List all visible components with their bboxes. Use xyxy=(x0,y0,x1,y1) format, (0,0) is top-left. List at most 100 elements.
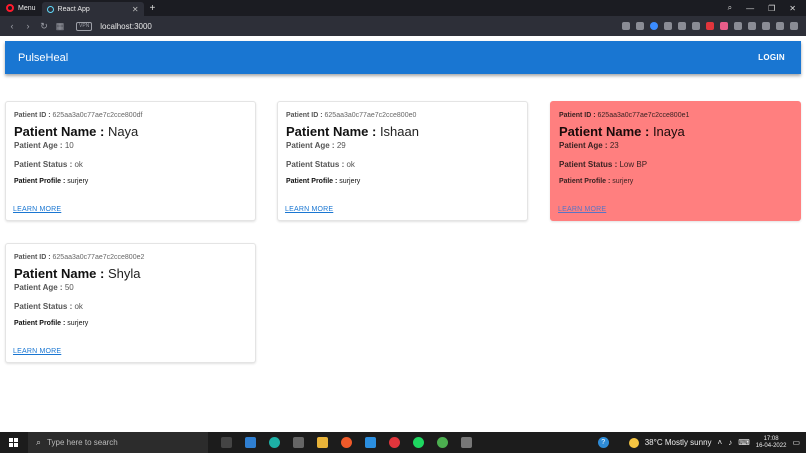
url-field[interactable]: localhost:3000 xyxy=(100,22,152,31)
patient-status-value: ok xyxy=(74,302,83,311)
app-icon[interactable] xyxy=(461,437,472,448)
patient-age-value: 50 xyxy=(64,283,74,292)
patient-age-row: Patient Age : 10 xyxy=(14,141,247,151)
patient-profile-label: Patient Profile : xyxy=(286,178,338,185)
patient-status-value: ok xyxy=(346,160,355,169)
patient-name-label: Patient Name : xyxy=(559,124,650,139)
postman-icon[interactable] xyxy=(341,437,352,448)
learn-more-link[interactable]: LEARN MORE xyxy=(558,206,606,213)
reload-icon[interactable]: ↻ xyxy=(36,21,52,32)
browser-address-bar: ‹ › ↻ ▦ VPN localhost:3000 xyxy=(0,16,806,36)
menu-label: Menu xyxy=(18,4,36,12)
extension-cube-icon[interactable] xyxy=(734,22,742,30)
play-icon[interactable] xyxy=(678,22,686,30)
patient-name-value: Inaya xyxy=(652,124,685,139)
download-icon[interactable] xyxy=(664,22,672,30)
weather-text[interactable]: 38°C Mostly sunny xyxy=(645,438,712,447)
learn-more-link[interactable]: LEARN MORE xyxy=(285,206,333,213)
extension-pink-icon[interactable] xyxy=(720,22,728,30)
easy-setup-icon[interactable] xyxy=(790,22,798,30)
patient-age-label: Patient Age : xyxy=(286,141,335,150)
window-controls: ⌕ — ❐ ✕ xyxy=(728,0,806,16)
vpn-badge[interactable]: VPN xyxy=(76,21,93,31)
patient-status-row: Patient Status : ok xyxy=(286,160,519,170)
patient-name-label: Patient Name : xyxy=(14,124,105,139)
tabs-grid-icon[interactable]: ▦ xyxy=(52,21,68,32)
back-icon[interactable]: ‹ xyxy=(4,21,20,31)
patient-name-value: Naya xyxy=(107,124,139,139)
learn-more-link[interactable]: LEARN MORE xyxy=(13,206,61,213)
clock-time: 17:08 xyxy=(763,435,779,442)
spotify-icon[interactable] xyxy=(413,437,424,448)
windows-start-icon[interactable] xyxy=(9,438,18,447)
forward-icon[interactable]: › xyxy=(20,21,36,31)
taskbar-apps xyxy=(221,437,472,448)
restore-icon[interactable]: ❐ xyxy=(768,4,775,13)
new-tab-button[interactable]: + xyxy=(150,3,156,14)
patient-card: Patient ID : 625aa3a0c77ae7c2cce800e2 Pa… xyxy=(5,243,256,363)
patient-age-row: Patient Age : 50 xyxy=(14,283,247,293)
patient-profile-row: Patient Profile : surjery xyxy=(14,178,247,187)
patient-profile-value: surjery xyxy=(67,320,89,327)
patient-status-label: Patient Status : xyxy=(559,160,618,169)
patient-id-value: 625aa3a0c77ae7c2cce800e2 xyxy=(52,254,145,261)
vscode-icon[interactable] xyxy=(365,437,376,448)
extension-red-icon[interactable] xyxy=(706,22,714,30)
patient-profile-row: Patient Profile : surjery xyxy=(559,178,792,187)
learn-more-link[interactable]: LEARN MORE xyxy=(13,348,61,355)
close-window-icon[interactable]: ✕ xyxy=(789,4,796,13)
help-icon[interactable]: ? xyxy=(597,437,609,448)
patient-name-value: Shyla xyxy=(107,266,141,281)
node-icon[interactable] xyxy=(437,437,448,448)
extensions-area xyxy=(622,16,798,36)
edit-icon[interactable] xyxy=(622,22,630,30)
patient-id-value: 625aa3a0c77ae7c2cce800df xyxy=(52,112,143,119)
extensions-icon[interactable] xyxy=(748,22,756,30)
patient-card-alert: Patient ID : 625aa3a0c77ae7c2cce800e1 Pa… xyxy=(550,101,801,221)
patient-id-value: 625aa3a0c77ae7c2cce800e1 xyxy=(597,112,690,119)
patient-id-row: Patient ID : 625aa3a0c77ae7c2cce800df xyxy=(14,112,247,121)
brand-title[interactable]: PulseHeal xyxy=(18,52,68,64)
browser-menu-button[interactable]: Menu xyxy=(0,0,42,16)
notifications-icon[interactable]: ▭ xyxy=(792,438,800,447)
chevron-up-icon[interactable]: ˄ xyxy=(718,438,723,447)
patient-age-label: Patient Age : xyxy=(14,283,63,292)
opera-icon[interactable] xyxy=(389,437,400,448)
patient-id-label: Patient ID : xyxy=(559,112,596,119)
patient-id-label: Patient ID : xyxy=(286,112,323,119)
patient-name-row: Patient Name : Naya xyxy=(14,124,247,140)
taskbar-search-input[interactable] xyxy=(47,438,188,447)
tab-close-icon[interactable]: ✕ xyxy=(132,5,139,14)
patient-id-row: Patient ID : 625aa3a0c77ae7c2cce800e2 xyxy=(14,254,247,263)
system-tray: ? 38°C Mostly sunny ˄ ♪ ⌨ 17:08 16-04-20… xyxy=(597,432,806,453)
taskbar-search[interactable]: ⌕ xyxy=(28,432,208,453)
shield-icon[interactable] xyxy=(650,22,658,30)
edge-icon[interactable] xyxy=(269,437,280,448)
store-icon[interactable] xyxy=(293,437,304,448)
downloads-icon[interactable] xyxy=(762,22,770,30)
task-view-icon[interactable] xyxy=(221,437,232,448)
heart-icon[interactable] xyxy=(692,22,700,30)
file-explorer-icon[interactable] xyxy=(317,437,328,448)
camera-icon[interactable] xyxy=(636,22,644,30)
patient-age-value: 23 xyxy=(609,141,619,150)
taskbar-clock[interactable]: 17:08 16-04-2022 xyxy=(756,436,787,450)
language-icon[interactable]: ⌨ xyxy=(738,438,750,447)
search-tabs-icon[interactable]: ⌕ xyxy=(728,3,732,13)
volume-icon[interactable]: ♪ xyxy=(728,438,732,447)
patient-age-value: 29 xyxy=(336,141,346,150)
mail-icon[interactable] xyxy=(245,437,256,448)
opera-logo-icon xyxy=(6,4,14,12)
snapshot-icon[interactable] xyxy=(776,22,784,30)
minimize-icon[interactable]: — xyxy=(746,4,754,13)
patient-id-label: Patient ID : xyxy=(14,112,51,119)
patient-status-row: Patient Status : Low BP xyxy=(559,160,792,170)
app-header: PulseHeal LOGIN xyxy=(5,41,801,74)
login-button[interactable]: LOGIN xyxy=(758,53,785,62)
tab-title: React App xyxy=(57,5,90,13)
browser-tab-bar: Menu React App ✕ + ⌕ — ❐ ✕ xyxy=(0,0,806,16)
browser-tab[interactable]: React App ✕ xyxy=(41,2,144,16)
patient-name-label: Patient Name : xyxy=(286,124,377,139)
patient-profile-label: Patient Profile : xyxy=(14,178,66,185)
patient-profile-label: Patient Profile : xyxy=(14,320,66,327)
